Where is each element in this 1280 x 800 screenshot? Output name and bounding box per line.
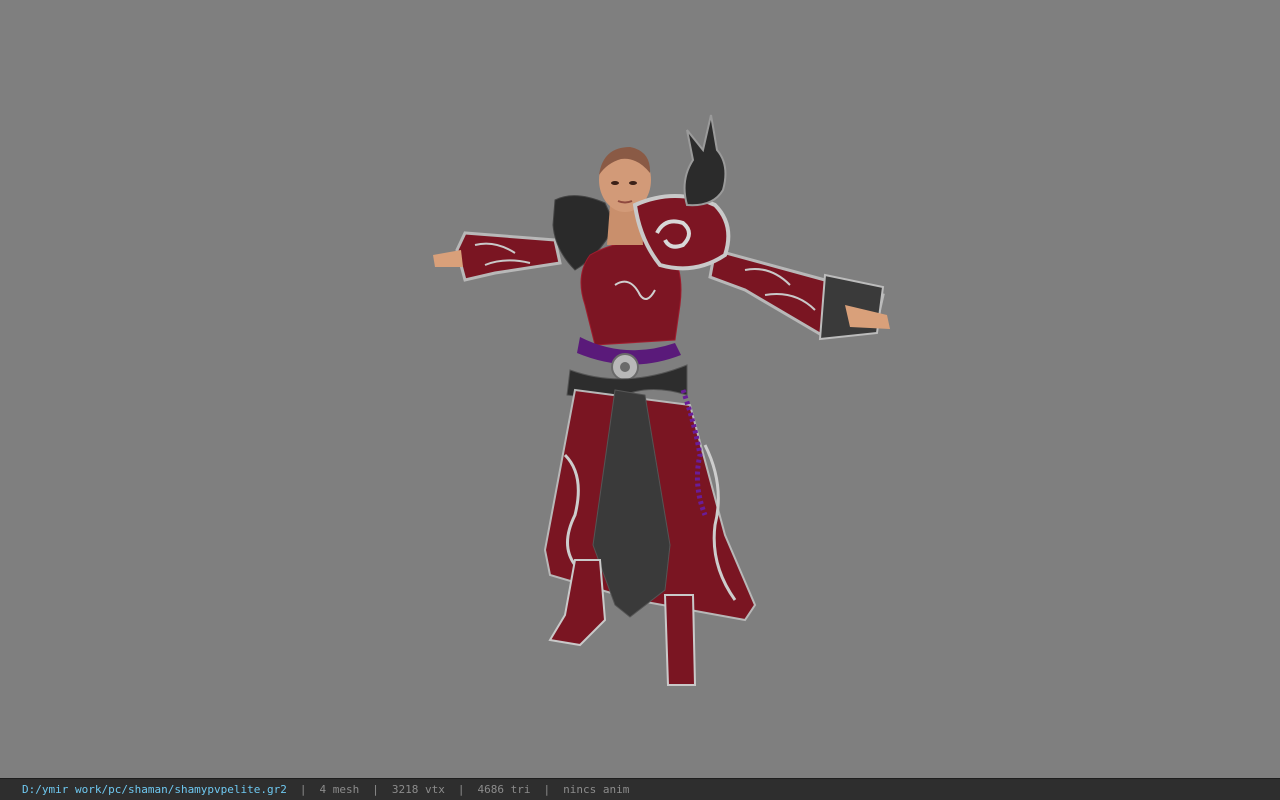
belt-medallion-center xyxy=(620,362,630,372)
eye-left xyxy=(611,181,619,185)
mesh-count: 4 mesh xyxy=(319,783,360,796)
eye-right xyxy=(629,181,637,185)
separator: | xyxy=(299,783,307,796)
left-sleeve xyxy=(455,231,562,282)
file-path: D:/ymir work/pc/shaman/shamypvpelite.gr2 xyxy=(22,783,287,796)
dragon-ornament xyxy=(683,114,727,207)
vertex-count: 3218 vtx xyxy=(391,783,445,796)
left-hand xyxy=(433,250,463,267)
3d-viewport[interactable] xyxy=(0,0,1280,778)
triangle-count: 4686 tri xyxy=(477,783,531,796)
character-model[interactable] xyxy=(425,105,900,695)
status-bar: D:/ymir work/pc/shaman/shamypvpelite.gr2… xyxy=(0,778,1280,800)
separator: | xyxy=(543,783,551,796)
right-boot xyxy=(663,594,697,686)
separator: | xyxy=(372,783,379,796)
animation-status: nincs anim xyxy=(563,783,630,796)
separator: | xyxy=(457,783,465,796)
